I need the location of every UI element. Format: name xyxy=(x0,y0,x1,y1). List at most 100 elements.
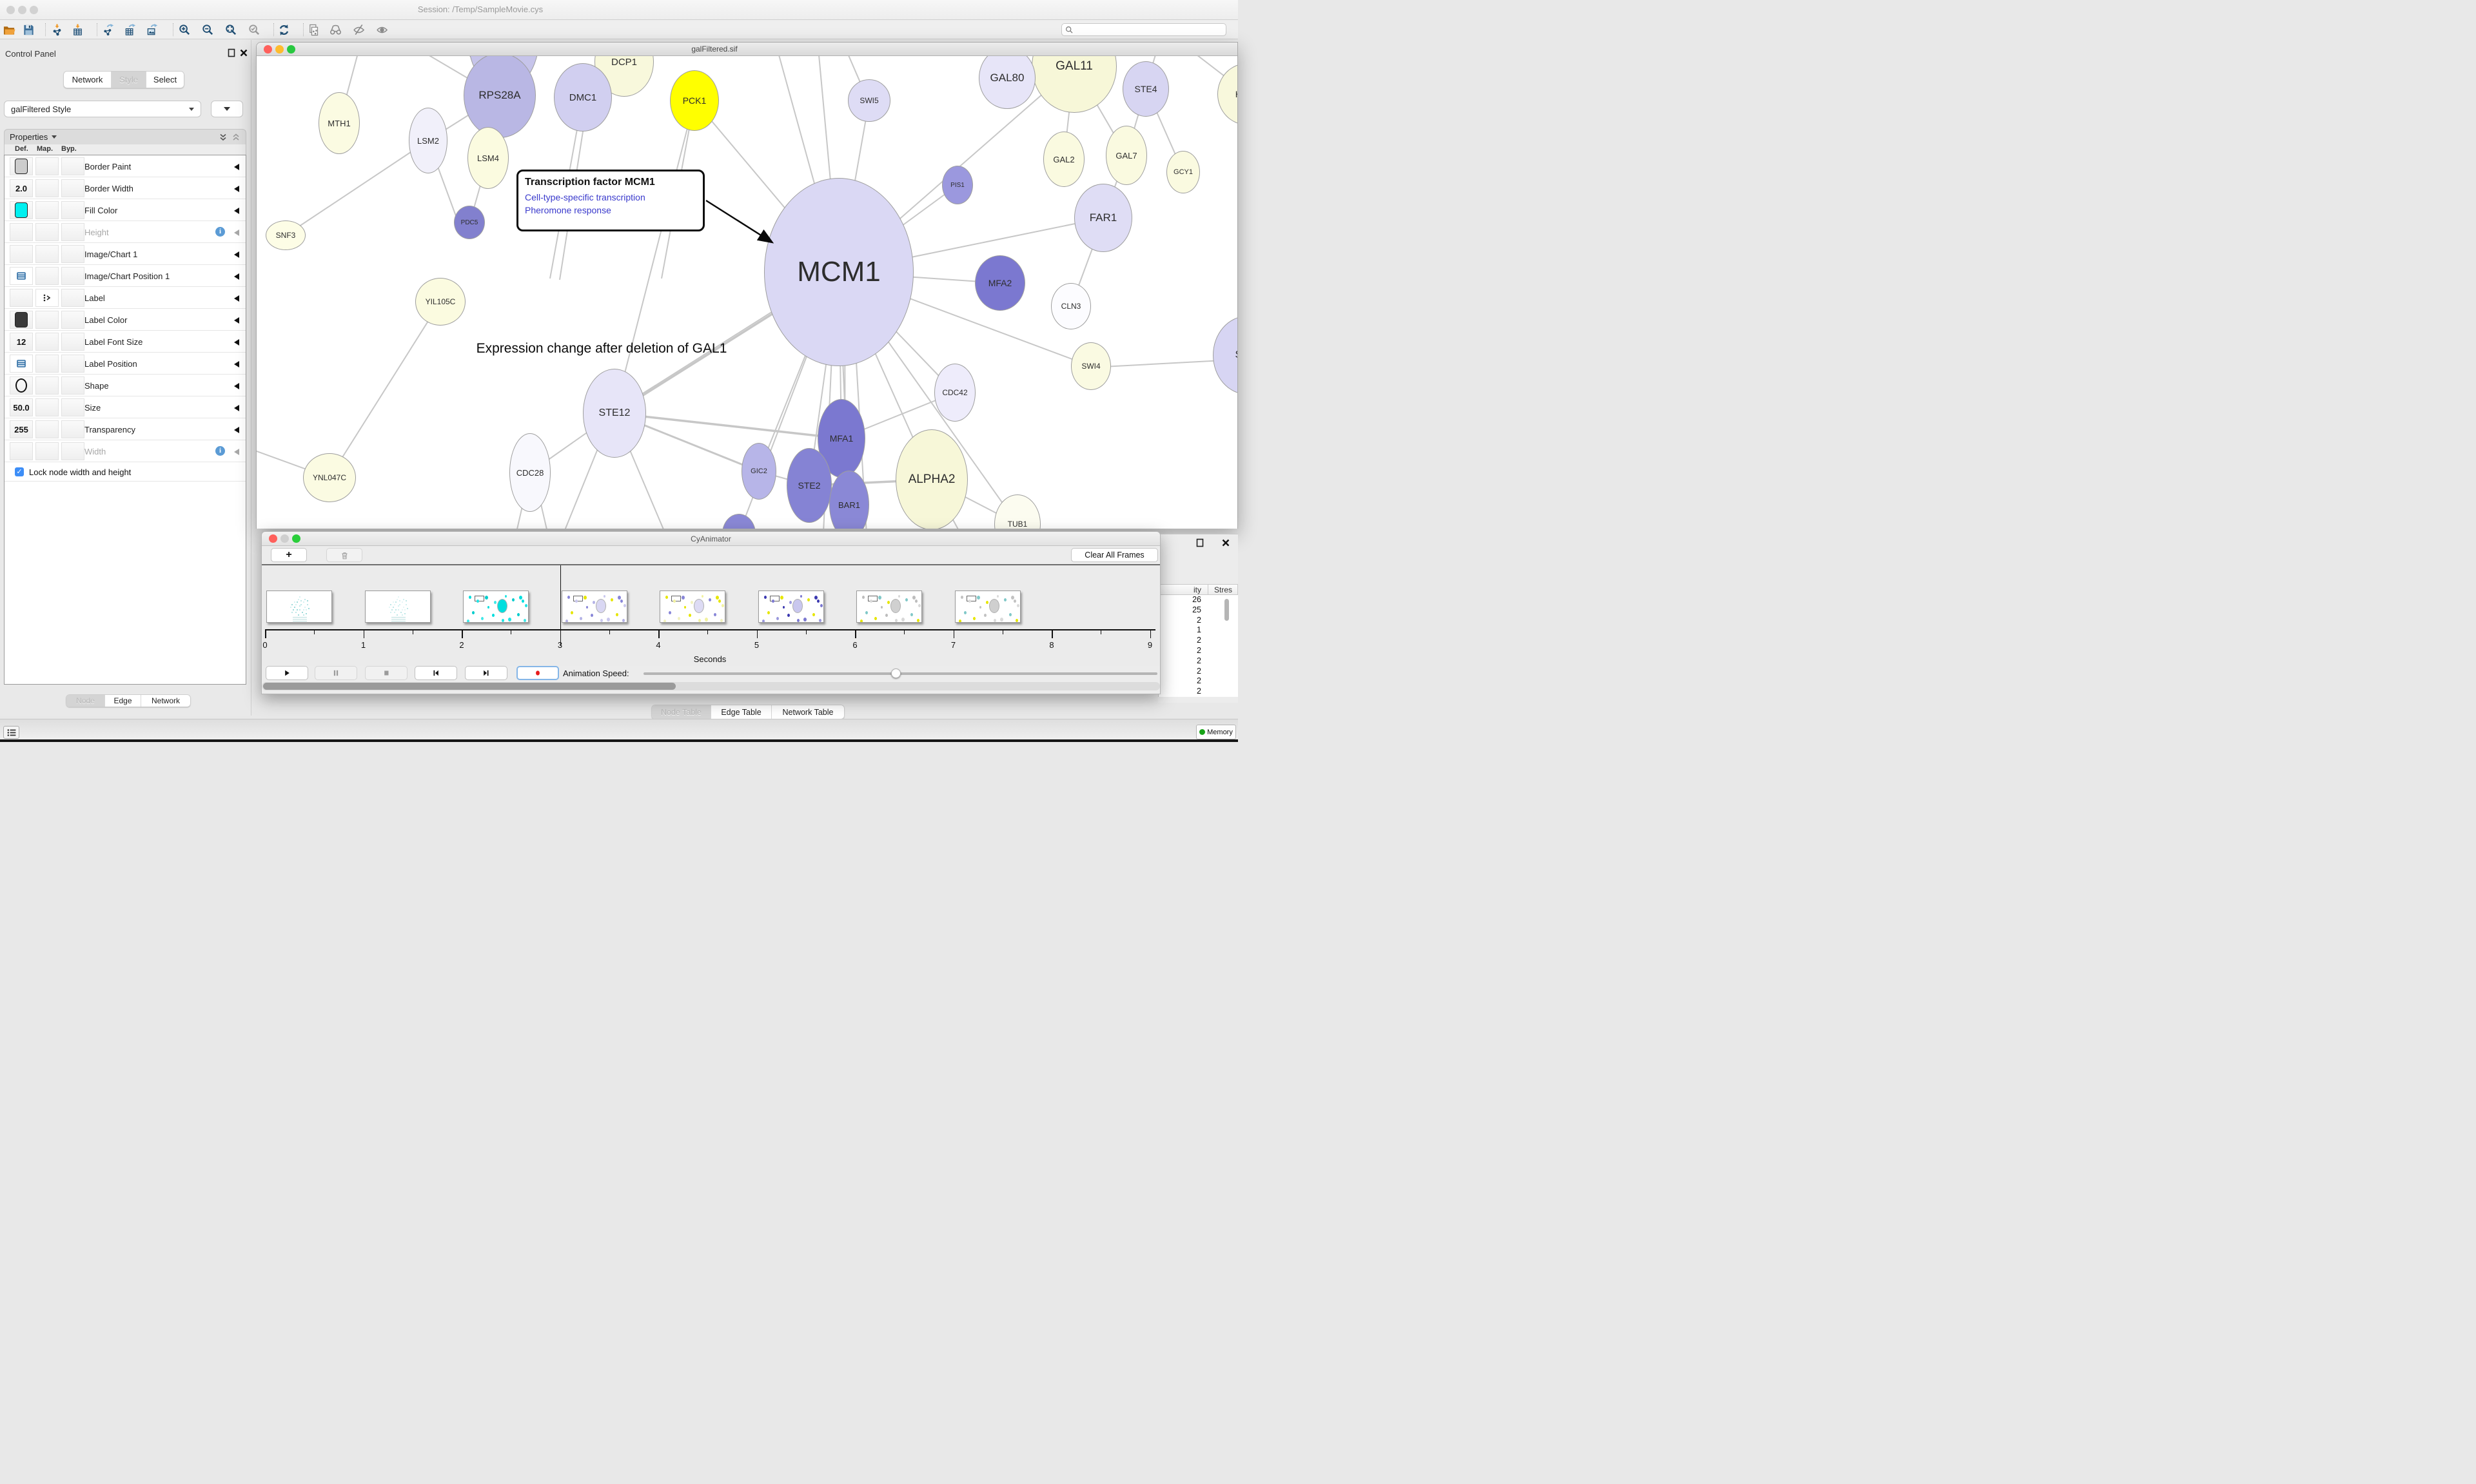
edge[interactable] xyxy=(286,141,428,235)
frame-thumbnail-3[interactable] xyxy=(463,591,529,623)
property-mapping-cell[interactable] xyxy=(35,420,59,438)
property-mapping-cell[interactable] xyxy=(35,311,59,329)
expand-row-icon[interactable] xyxy=(234,383,239,389)
import-table-icon[interactable] xyxy=(70,23,84,37)
property-row-border-paint[interactable]: Border Paint xyxy=(5,155,246,177)
node-pdc5[interactable]: PDC5 xyxy=(454,206,485,239)
property-mapping-cell[interactable] xyxy=(35,289,59,307)
property-mapping-cell[interactable] xyxy=(35,223,59,241)
property-mapping-cell[interactable] xyxy=(35,267,59,285)
node-pis1[interactable]: PIS1 xyxy=(942,166,973,204)
property-bypass-cell[interactable] xyxy=(61,376,84,395)
node-tub1[interactable]: TUB1 xyxy=(994,494,1041,529)
node-ste2[interactable]: STE2 xyxy=(787,448,832,523)
close-window-icon[interactable] xyxy=(6,6,15,14)
annotation-box[interactable]: Transcription factor MCM1 Cell-type-spec… xyxy=(516,170,705,231)
cell-value[interactable]: 2 xyxy=(1159,616,1201,625)
cell-value[interactable]: 2 xyxy=(1159,676,1201,685)
record-button[interactable] xyxy=(516,666,559,680)
memory-button[interactable]: Memory xyxy=(1196,725,1236,739)
node-mth1[interactable]: MTH1 xyxy=(319,92,360,154)
close-table-icon[interactable] xyxy=(1221,538,1230,547)
property-bypass-cell[interactable] xyxy=(61,420,84,438)
info-icon[interactable]: i xyxy=(215,227,225,237)
table-row[interactable]: 2 xyxy=(1159,676,1238,687)
cell-value[interactable]: 26 xyxy=(1159,595,1201,604)
frame-thumbnail-8[interactable] xyxy=(955,591,1021,623)
node-pck1[interactable]: PCK1 xyxy=(670,70,719,131)
open-session-icon[interactable] xyxy=(2,23,16,37)
property-default-cell[interactable]: 255 xyxy=(10,420,33,438)
close-panel-icon[interactable] xyxy=(239,48,248,57)
timeline[interactable]: 0123456789 Seconds xyxy=(262,565,1160,666)
table-vscrollbar[interactable] xyxy=(1224,599,1229,621)
slider-thumb[interactable] xyxy=(891,669,901,678)
node-mcm1[interactable]: MCM1 xyxy=(764,178,914,366)
col-stres[interactable]: Stres xyxy=(1214,585,1232,594)
node-cdc28[interactable]: CDC28 xyxy=(509,433,551,512)
property-mapping-cell[interactable] xyxy=(35,398,59,416)
node-ste4[interactable]: STE4 xyxy=(1123,61,1169,117)
node-yil105c[interactable]: YIL105C xyxy=(415,278,466,326)
node-gic2[interactable]: GIC2 xyxy=(742,443,776,500)
property-bypass-cell[interactable] xyxy=(61,442,84,460)
col-ity[interactable]: ity xyxy=(1159,585,1201,594)
play-button[interactable] xyxy=(266,666,308,680)
property-mapping-cell[interactable] xyxy=(35,333,59,351)
property-default-cell[interactable] xyxy=(10,267,33,285)
import-network-icon[interactable] xyxy=(50,23,64,37)
clear-all-frames-button[interactable]: Clear All Frames xyxy=(1071,548,1158,562)
refresh-layout-icon[interactable] xyxy=(277,23,291,37)
frame-thumbnail-4[interactable] xyxy=(562,591,627,623)
node-lsm2[interactable]: LSM2 xyxy=(409,108,447,173)
float-panel-icon[interactable] xyxy=(227,48,236,57)
frame-thumbnail-5[interactable] xyxy=(660,591,725,623)
expand-row-icon[interactable] xyxy=(234,273,239,280)
table-row[interactable]: 2 xyxy=(1159,646,1238,656)
node-unlabeled[interactable] xyxy=(722,514,756,529)
annotation-link[interactable]: Pheromone response xyxy=(525,204,696,217)
property-default-cell[interactable] xyxy=(10,311,33,329)
property-row-label-position[interactable]: Label Position xyxy=(5,353,246,375)
table-row[interactable]: 2 xyxy=(1159,687,1238,697)
property-default-cell[interactable] xyxy=(10,376,33,395)
node-hap2[interactable]: HAP2 xyxy=(1217,63,1237,125)
float-table-icon[interactable] xyxy=(1195,538,1204,547)
expand-row-icon[interactable] xyxy=(234,339,239,346)
edge[interactable] xyxy=(614,413,841,438)
table-row[interactable]: 1 xyxy=(1159,625,1238,636)
save-session-icon[interactable] xyxy=(21,23,35,37)
cell-value[interactable]: 2 xyxy=(1159,636,1201,645)
frame-thumbnail-2[interactable] xyxy=(365,591,431,623)
cell-value[interactable]: 2 xyxy=(1159,646,1201,655)
node-swi4[interactable]: SWI4 xyxy=(1071,342,1111,390)
property-mapping-cell[interactable] xyxy=(35,179,59,197)
property-default-cell[interactable] xyxy=(10,355,33,373)
node-ynl047c[interactable]: YNL047C xyxy=(303,453,356,502)
frame-thumbnail-7[interactable] xyxy=(856,591,922,623)
table-header-row[interactable]: ity Stres xyxy=(1158,584,1238,595)
cell-value[interactable]: 1 xyxy=(1159,625,1201,634)
property-default-cell[interactable]: 50.0 xyxy=(10,398,33,416)
node-alpha2[interactable]: ALPHA2 xyxy=(896,429,968,529)
node-far1[interactable]: FAR1 xyxy=(1074,184,1132,252)
property-row-image-chart-1[interactable]: Image/Chart 1 xyxy=(5,243,246,265)
lock-checkbox[interactable]: ✓ xyxy=(15,467,24,476)
edge[interactable] xyxy=(614,101,694,413)
node-mfa2[interactable]: MFA2 xyxy=(975,255,1025,311)
property-bypass-cell[interactable] xyxy=(61,333,84,351)
network-canvas[interactable]: RPS28BDCP1GAL11GAL80RPS28ADMC1PCK1SWI5ST… xyxy=(257,56,1237,529)
cell-value[interactable]: 2 xyxy=(1159,656,1201,665)
property-bypass-cell[interactable] xyxy=(61,201,84,219)
expand-row-icon[interactable] xyxy=(234,186,239,192)
export-network-icon[interactable] xyxy=(101,23,115,37)
property-mapping-cell[interactable] xyxy=(35,355,59,373)
animation-speed-slider[interactable] xyxy=(644,672,1157,675)
node-gal80[interactable]: GAL80 xyxy=(979,56,1036,109)
cell-value[interactable]: 2 xyxy=(1159,667,1201,676)
table-row[interactable]: 2 xyxy=(1159,667,1238,677)
tab-node-table[interactable]: Node Table xyxy=(652,705,711,719)
expand-row-icon[interactable] xyxy=(234,361,239,367)
property-bypass-cell[interactable] xyxy=(61,311,84,329)
property-default-cell[interactable] xyxy=(10,157,33,175)
